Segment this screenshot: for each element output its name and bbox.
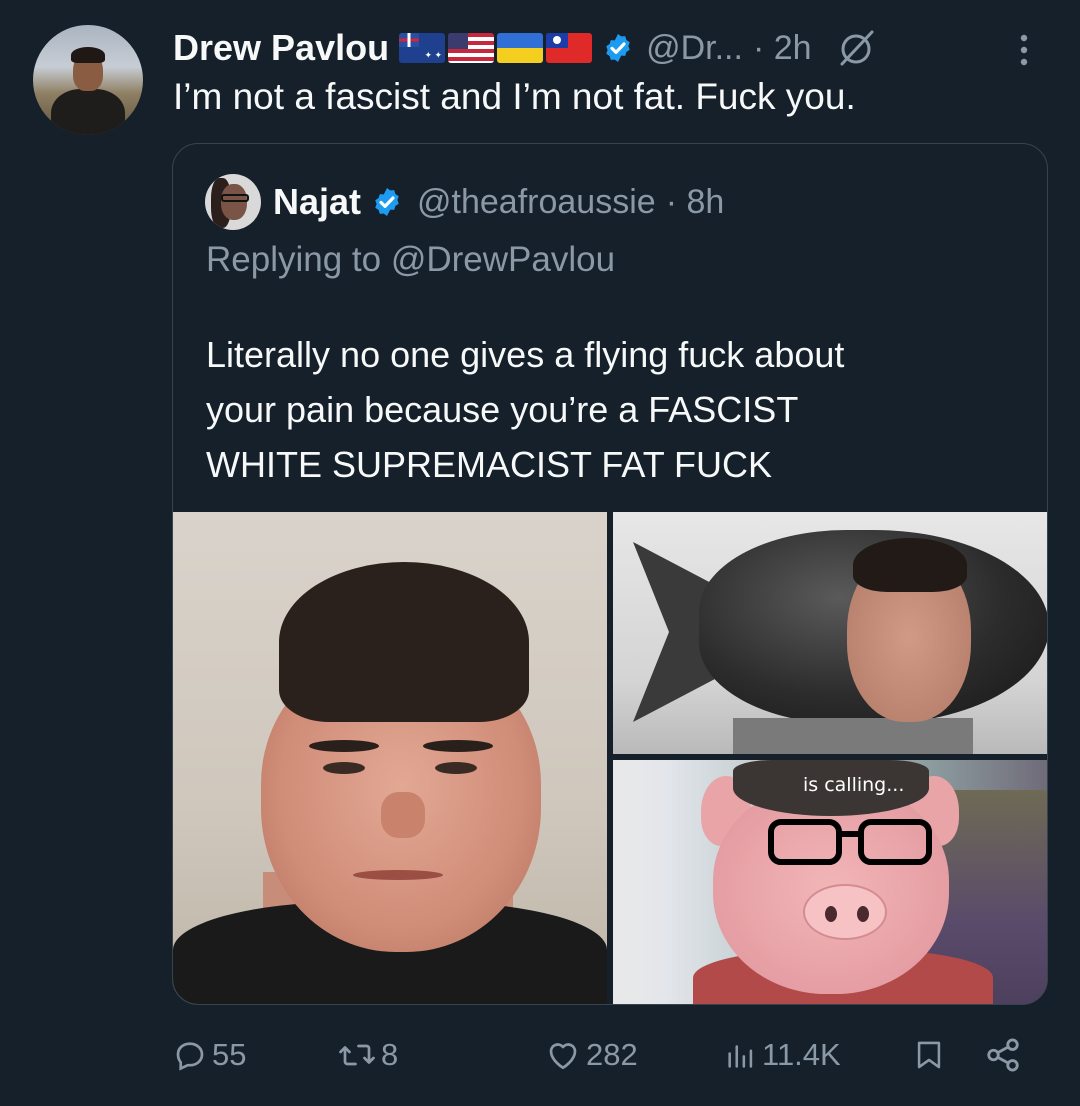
- action-bar: 55 8 282 11.4K: [172, 1030, 1032, 1080]
- glasses-icon: [768, 819, 932, 865]
- author-flags: [399, 33, 593, 63]
- reply-icon: [176, 1042, 204, 1071]
- bomb-hair-shape: [853, 538, 967, 592]
- share-icon: [987, 1038, 1019, 1072]
- portrait-mouth-shape: [353, 870, 443, 880]
- quoted-author-handle[interactable]: @theafroaussie: [417, 183, 656, 222]
- quoted-tweet-time[interactable]: · 8h: [666, 183, 725, 222]
- media-image-portrait[interactable]: [173, 512, 607, 1004]
- quoted-text-line: Literally no one gives a flying fuck abo…: [206, 334, 845, 375]
- portrait-hair-shape: [279, 562, 529, 722]
- ukraine-flag-icon: [497, 33, 544, 63]
- quoted-text-line: your pain because you’re a FASCIST: [206, 389, 799, 430]
- tweet-time[interactable]: · 2h: [753, 29, 812, 68]
- media-overlay-text: is calling...: [803, 774, 905, 796]
- tweet-header: Drew Pavlou @Dr... · 2h: [173, 22, 878, 74]
- reply-button[interactable]: 55: [172, 1030, 246, 1080]
- like-count: 282: [586, 1037, 638, 1072]
- grok-icon[interactable]: [834, 26, 878, 70]
- tweet-text: I’m not a fascist and I’m not fat. Fuck …: [173, 76, 856, 117]
- portrait-nose-shape: [381, 792, 425, 838]
- bookmark-button[interactable]: [912, 1030, 946, 1080]
- author-avatar[interactable]: [33, 25, 143, 135]
- quoted-author-avatar[interactable]: [205, 174, 261, 230]
- usa-flag-icon: [448, 33, 495, 63]
- portrait-eye-shape: [323, 762, 365, 774]
- bomb-stand-shape: [733, 718, 973, 754]
- quoted-tweet[interactable]: Najat @theafroaussie · 8h Replying to @D…: [172, 143, 1048, 1005]
- views-button[interactable]: 11.4K: [724, 1030, 841, 1080]
- media-image-pig[interactable]: is calling...: [613, 760, 1047, 1004]
- australia-flag-icon: [399, 33, 446, 63]
- heart-icon: [549, 1043, 577, 1070]
- taiwan-flag-icon: [546, 33, 593, 63]
- like-button[interactable]: 282: [544, 1030, 638, 1080]
- quoted-text-line: WHITE SUPREMACIST FAT FUCK: [206, 444, 773, 485]
- repost-icon: [339, 1044, 375, 1066]
- replying-to-mention[interactable]: @DrewPavlou: [391, 240, 615, 279]
- views-chart-icon: [728, 1045, 753, 1068]
- views-count: 11.4K: [762, 1037, 841, 1072]
- tweet[interactable]: Drew Pavlou @Dr... · 2h I’m not a fascis…: [0, 0, 1080, 1106]
- portrait-eye-shape: [435, 762, 477, 774]
- replying-to-prefix: Replying to: [206, 240, 382, 279]
- quoted-avatar-glasses-shape: [221, 194, 249, 202]
- bookmark-icon: [917, 1041, 941, 1069]
- pig-nostril-shape: [825, 906, 837, 922]
- repost-count: 8: [381, 1037, 399, 1072]
- author-name[interactable]: Drew Pavlou: [173, 27, 389, 69]
- avatar-body-shape: [51, 89, 125, 135]
- avatar-hair-shape: [71, 47, 105, 63]
- quoted-author-name[interactable]: Najat: [273, 181, 361, 223]
- pig-snout-shape: [803, 884, 887, 940]
- more-options-icon[interactable]: [1012, 30, 1036, 70]
- author-handle[interactable]: @Dr...: [646, 29, 743, 68]
- quoted-tweet-text: Literally no one gives a flying fuck abo…: [206, 327, 1026, 492]
- pig-nostril-shape: [857, 906, 869, 922]
- verified-badge-icon: [375, 188, 399, 216]
- replying-to-line: Replying to @DrewPavlou: [206, 240, 615, 280]
- reply-count: 55: [212, 1037, 247, 1072]
- quoted-avatar-face-shape: [221, 184, 247, 220]
- repost-button[interactable]: 8: [337, 1030, 398, 1080]
- quoted-tweet-header: Najat @theafroaussie · 8h: [205, 174, 724, 230]
- portrait-brow-shape: [423, 740, 493, 752]
- verified-badge-icon: [606, 34, 630, 62]
- share-button[interactable]: [984, 1030, 1022, 1080]
- quoted-media-grid: is calling...: [173, 512, 1047, 1004]
- portrait-brow-shape: [309, 740, 379, 752]
- media-image-bomb[interactable]: [613, 512, 1047, 754]
